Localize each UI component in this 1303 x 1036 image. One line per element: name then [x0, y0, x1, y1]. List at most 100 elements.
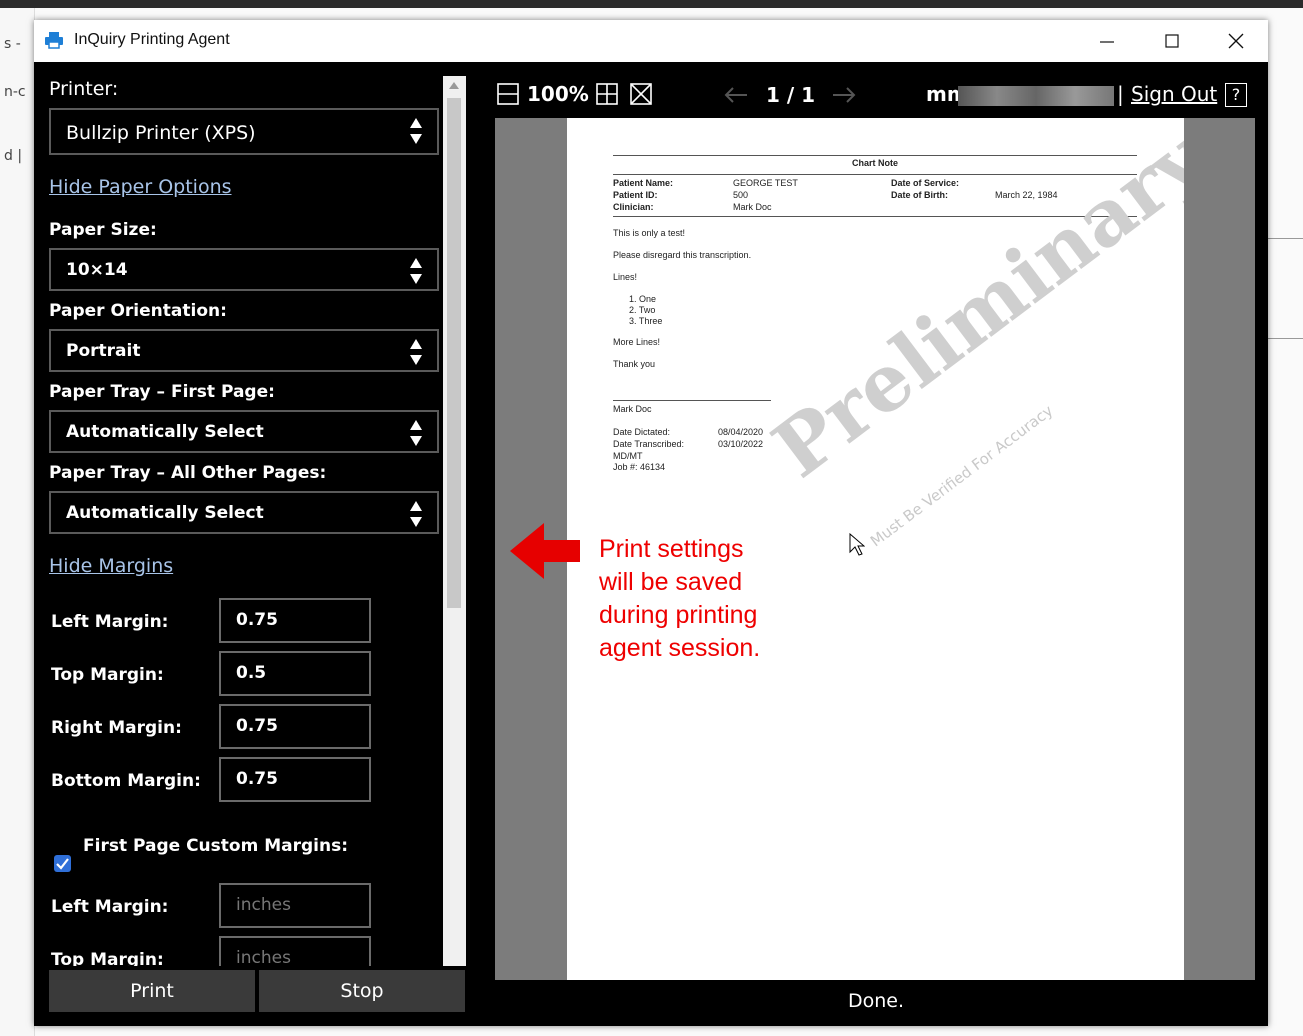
tray-other-select[interactable]: Automatically Select: [49, 491, 439, 534]
right-margin-label: Right Margin:: [51, 718, 182, 738]
tray-first-value: Automatically Select: [66, 422, 264, 442]
signature-line: [613, 400, 771, 401]
left-margin-input[interactable]: 0.75: [219, 598, 371, 643]
status-text: Done.: [847, 990, 905, 1012]
body-line: Please disregard this transcription.: [613, 250, 752, 260]
orientation-label: Paper Orientation:: [49, 301, 227, 321]
rule: [613, 155, 1137, 156]
select-arrows-icon: [410, 258, 422, 284]
list-item: 2. Two: [629, 305, 656, 315]
tray-other-label: Paper Tray – All Other Pages:: [49, 463, 327, 483]
hide-paper-options-link[interactable]: Hide Paper Options: [49, 176, 232, 198]
minimize-icon: [1100, 41, 1114, 43]
patient-id-label: Patient ID:: [613, 190, 658, 200]
patient-name-label: Patient Name:: [613, 178, 674, 188]
date-of-birth-label: Date of Birth:: [891, 190, 948, 200]
zoom-level: 100%: [527, 82, 589, 106]
page-indicator: 1 / 1: [766, 83, 816, 107]
next-page-icon[interactable]: [832, 87, 856, 103]
clinician-label: Clinician:: [613, 202, 654, 212]
red-arrow-icon: [510, 523, 580, 579]
body-line: Thank you: [613, 359, 656, 369]
top-margin-input[interactable]: 0.5: [219, 651, 371, 696]
document-heading: Chart Note: [851, 158, 898, 168]
help-button[interactable]: ?: [1225, 83, 1247, 107]
tray-other-value: Automatically Select: [66, 503, 264, 523]
first-page-custom-checkbox[interactable]: [54, 855, 71, 872]
body-line: More Lines!: [613, 337, 661, 347]
fit-page-icon[interactable]: [630, 83, 652, 105]
tray-first-label: Paper Tray – First Page:: [49, 382, 275, 402]
printer-select[interactable]: Bullzip Printer (XPS): [49, 108, 439, 155]
first-page-left-margin-input[interactable]: inches: [219, 883, 371, 928]
printer-label: Printer:: [49, 78, 119, 100]
print-button[interactable]: Print: [49, 970, 255, 1012]
select-arrows-icon: [410, 501, 422, 527]
redacted-user-block: [958, 86, 1114, 106]
date-of-birth: March 22, 1984: [995, 190, 1058, 200]
title-bar: InQuiry Printing Agent: [34, 20, 1268, 62]
paper-size-select[interactable]: 10×14: [49, 248, 439, 291]
select-arrows-icon: [410, 339, 422, 365]
checkmark-icon: [56, 858, 69, 870]
scrollbar-thumb[interactable]: [447, 98, 461, 608]
job-number: Job #: 46134: [613, 462, 666, 472]
select-arrows-icon: [410, 118, 422, 144]
patient-name: GEORGE TEST: [733, 178, 798, 188]
stop-button[interactable]: Stop: [259, 970, 465, 1012]
window-title: InQuiry Printing Agent: [74, 31, 230, 48]
patient-id: 500: [733, 190, 749, 200]
paper-size-value: 10×14: [66, 260, 128, 280]
action-bar: Print Stop: [34, 966, 466, 1026]
annotation-line: will be saved: [599, 568, 743, 596]
paper-size-label: Paper Size:: [49, 220, 157, 240]
settings-scrollbar[interactable]: [443, 76, 466, 986]
transcribed-label: Date Transcribed:: [613, 439, 685, 449]
grid-view-icon[interactable]: [596, 83, 618, 105]
annotation-line: Print settings: [599, 535, 744, 563]
background-top-bar: [0, 0, 1303, 8]
dictated-date: 08/04/2020: [718, 427, 764, 437]
background-left-strip: s - n-c d |: [0, 8, 35, 1036]
close-icon: [1228, 33, 1244, 49]
separator: |: [1117, 82, 1124, 106]
fit-width-icon[interactable]: [497, 83, 519, 105]
maximize-button[interactable]: [1142, 20, 1202, 62]
orientation-value: Portrait: [66, 341, 141, 361]
sign-out-link[interactable]: Sign Out: [1131, 82, 1217, 106]
settings-panel: Printer: Bullzip Printer (XPS) Hide Pape…: [34, 62, 466, 1026]
hide-margins-link[interactable]: Hide Margins: [49, 555, 173, 577]
printer-icon: [45, 32, 63, 49]
close-button[interactable]: [1206, 20, 1266, 62]
annotation-line: during printing: [599, 601, 758, 629]
tray-first-select[interactable]: Automatically Select: [49, 410, 439, 453]
background-right-strip: [1268, 8, 1303, 1036]
first-page-custom-label: First Page Custom Margins:: [83, 836, 349, 856]
right-margin-input[interactable]: 0.75: [219, 704, 371, 749]
maximize-icon: [1165, 34, 1179, 48]
minimize-button[interactable]: [1077, 20, 1137, 62]
annotation-line: agent session.: [599, 634, 761, 662]
orientation-select[interactable]: Portrait: [49, 329, 439, 372]
printing-agent-window: InQuiry Printing Agent Printer: Bullzip …: [34, 20, 1268, 1026]
clinician: Mark Doc: [733, 202, 772, 212]
body-line: This is only a test!: [613, 228, 686, 238]
printer-value: Bullzip Printer (XPS): [66, 122, 256, 144]
bottom-margin-label: Bottom Margin:: [51, 771, 201, 791]
rule: [613, 174, 1137, 175]
first-page-left-margin-label: Left Margin:: [51, 897, 169, 917]
select-arrows-icon: [410, 420, 422, 446]
signature-name: Mark Doc: [613, 404, 652, 414]
left-margin-label: Left Margin:: [51, 612, 169, 632]
top-margin-label: Top Margin:: [51, 665, 164, 685]
annotation-callout: Print settings will be saved during prin…: [599, 533, 760, 665]
date-of-service-label: Date of Service:: [891, 178, 960, 188]
bottom-margin-input[interactable]: 0.75: [219, 757, 371, 802]
previous-page-icon[interactable]: [724, 87, 748, 103]
body-line: Lines!: [613, 272, 638, 282]
scroll-up-icon: [449, 82, 459, 89]
mouse-cursor-icon: [849, 533, 865, 556]
list-item: 1. One: [629, 294, 657, 304]
list-item: 3. Three: [629, 316, 663, 326]
transcribed-date: 03/10/2022: [718, 439, 764, 449]
